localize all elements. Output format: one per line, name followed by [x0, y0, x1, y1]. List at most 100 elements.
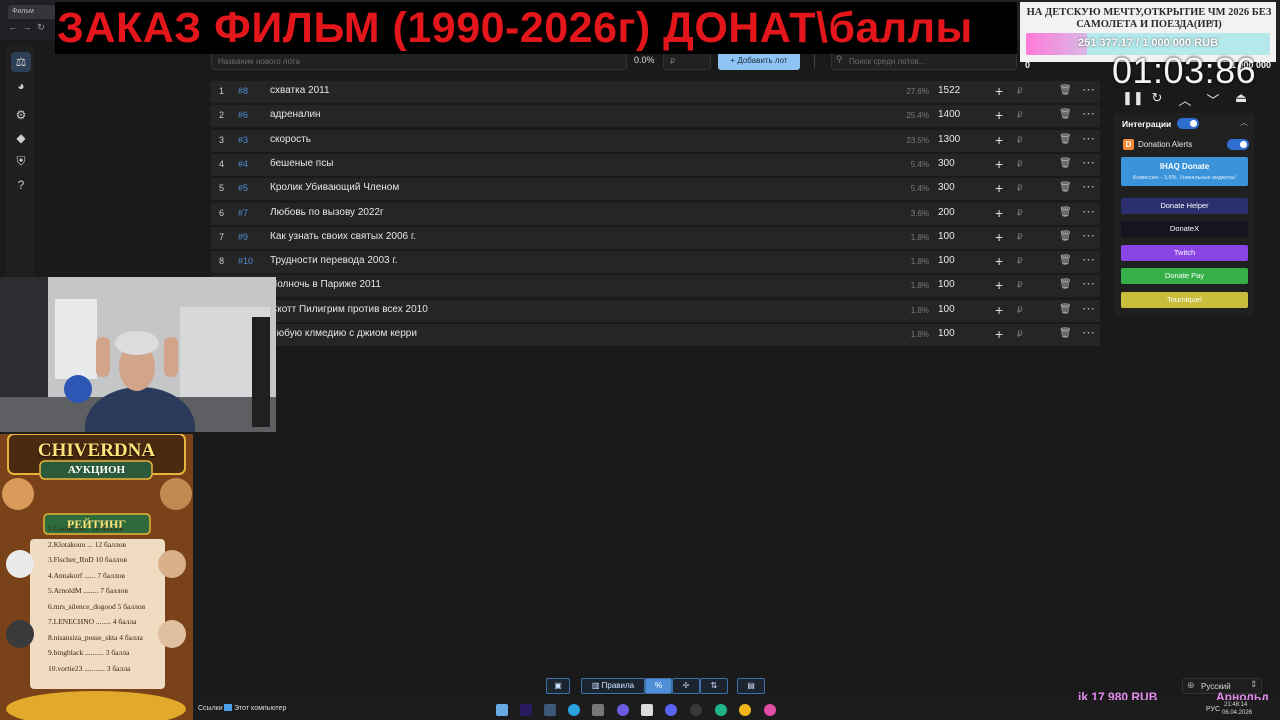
move-icon[interactable]: ✢: [672, 678, 700, 694]
browser-icon[interactable]: [764, 704, 776, 716]
shield-icon[interactable]: ⛨: [13, 153, 29, 169]
more-icon[interactable]: ⋯: [1082, 301, 1095, 317]
forward-icon[interactable]: →: [22, 22, 32, 32]
more-icon[interactable]: ⋯: [1082, 106, 1095, 122]
lot-rank: 4: [219, 158, 225, 169]
more-icon[interactable]: ⋯: [1082, 204, 1095, 220]
taskbar-app-icon[interactable]: [496, 704, 508, 716]
stream-banner: ЗАКАЗ ФИЛЬМ (1990-2026г) ДОНАТ\баллы: [55, 2, 1017, 54]
delete-icon[interactable]: 🗑: [1059, 109, 1072, 120]
more-icon[interactable]: ⋯: [1082, 179, 1095, 195]
add-amount-button[interactable]: +: [995, 132, 1003, 148]
rules-button[interactable]: ▥ Правила: [581, 678, 645, 694]
donation-alerts-icon: D: [1123, 139, 1134, 150]
donation-alerts-toggle[interactable]: [1227, 139, 1249, 150]
currency-label: ₽: [1017, 304, 1023, 315]
chevron-down-icon[interactable]: ﹀: [1206, 90, 1220, 108]
add-amount-button[interactable]: +: [995, 180, 1003, 196]
obs-icon[interactable]: [690, 704, 702, 716]
delete-icon[interactable]: 🗑: [1059, 182, 1072, 193]
delete-icon[interactable]: 🗑: [1059, 255, 1072, 266]
steam-icon[interactable]: [544, 704, 556, 716]
lot-amount-input[interactable]: ₽: [663, 52, 711, 70]
integration-tournique-button[interactable]: Tournique!: [1121, 292, 1248, 308]
more-icon[interactable]: ⋯: [1082, 131, 1095, 147]
integrations-toggle[interactable]: [1177, 118, 1199, 129]
lot-percent: 1.8%: [910, 232, 929, 242]
lot-amount: 1400: [938, 109, 961, 121]
help-icon[interactable]: ?: [13, 177, 29, 193]
gear-icon[interactable]: ⚙: [13, 107, 29, 123]
lot-row: 7 #9 Как узнать своих святых 2006 г. 1.8% 10…: [211, 226, 1100, 249]
chrome-icon[interactable]: [739, 704, 751, 716]
more-icon[interactable]: ⋯: [1082, 276, 1095, 292]
clock-time[interactable]: 21:48:14: [1224, 702, 1247, 708]
leaderboard-entry: 3.Fischer_RnD 10 баллов: [48, 555, 127, 564]
integration-donate-helper-button[interactable]: Donate Helper: [1121, 198, 1248, 214]
clear-icon[interactable]: ▤: [737, 678, 765, 694]
auction-icon[interactable]: ⚖: [13, 54, 29, 70]
currency-label: ₽: [1017, 110, 1023, 121]
eject-icon[interactable]: ⏏: [1234, 90, 1248, 106]
delete-icon[interactable]: 🗑: [1059, 158, 1072, 169]
premiere-icon[interactable]: [520, 704, 532, 716]
add-amount-button[interactable]: +: [995, 326, 1003, 342]
wheel-icon[interactable]: ◕: [13, 78, 29, 94]
integration-donatex-button[interactable]: DonateX: [1121, 221, 1248, 237]
links-label[interactable]: Ссылки: [198, 705, 223, 712]
lot-search-input[interactable]: Поиск среди лотов...: [831, 52, 1017, 70]
delete-icon[interactable]: 🗑: [1059, 134, 1072, 145]
delete-icon[interactable]: 🗑: [1059, 207, 1072, 218]
delete-icon[interactable]: 🗑: [1059, 85, 1072, 96]
integration-donate-pay-button[interactable]: Donate Pay: [1121, 268, 1248, 284]
reload-icon[interactable]: ↻: [36, 22, 46, 32]
lot-percent: 1.8%: [910, 257, 929, 267]
pause-icon[interactable]: ❚❚: [1122, 90, 1144, 106]
add-amount-button[interactable]: +: [995, 229, 1003, 245]
more-icon[interactable]: ⋯: [1082, 228, 1095, 244]
collapse-icon[interactable]: ︿: [1240, 117, 1248, 128]
more-icon[interactable]: ⋯: [1082, 325, 1095, 341]
browser-tab[interactable]: Фильм: [8, 5, 56, 19]
back-icon[interactable]: ←: [8, 22, 18, 32]
settings-icon[interactable]: [592, 704, 604, 716]
save-icon[interactable]: ▣: [546, 678, 570, 694]
new-lot-name-input[interactable]: Название нового лота: [211, 52, 627, 70]
add-amount-button[interactable]: +: [995, 83, 1003, 99]
lot-amount: 300: [938, 182, 955, 194]
percent-toggle[interactable]: %: [645, 678, 672, 694]
lot-percent: 5.4%: [910, 159, 929, 169]
add-amount-button[interactable]: +: [995, 205, 1003, 221]
delete-icon[interactable]: 🗑: [1059, 304, 1072, 315]
more-icon[interactable]: ⋯: [1082, 252, 1095, 268]
percent-value: 0.0%: [634, 55, 655, 65]
reset-icon[interactable]: ↻: [1150, 90, 1164, 106]
computer-label[interactable]: Этот компьютер: [234, 705, 286, 712]
discord-icon[interactable]: [665, 704, 677, 716]
add-amount-button[interactable]: +: [995, 107, 1003, 123]
delete-icon[interactable]: 🗑: [1059, 231, 1072, 242]
lot-row: 1 #8 схватка 2011 27.6% 1522 + ₽ 🗑 ⋯: [211, 81, 1100, 103]
add-amount-button[interactable]: +: [995, 253, 1003, 269]
delete-icon[interactable]: 🗑: [1059, 328, 1072, 339]
input-language[interactable]: РУС: [1206, 706, 1220, 713]
chevron-up-icon[interactable]: ︿: [1178, 90, 1192, 108]
edge-icon[interactable]: [715, 704, 727, 716]
layers-icon[interactable]: ◆: [13, 130, 29, 146]
lot-row: 6 #7 Любовь по вызову 2022г 3.6% 200 + ₽ 🗑 ⋯: [211, 202, 1100, 225]
add-lot-button[interactable]: + Добавить лот: [718, 52, 800, 70]
leaderboard-entry: 2.Klotakouu ... 12 баллов: [48, 539, 127, 549]
more-icon[interactable]: ⋯: [1082, 155, 1095, 171]
sort-icon[interactable]: ⇅: [700, 678, 728, 694]
integration-twitch-button[interactable]: Twitch: [1121, 245, 1248, 261]
more-icon[interactable]: ⋯: [1082, 82, 1095, 98]
add-amount-button[interactable]: +: [995, 277, 1003, 293]
clock-date[interactable]: 06.04.2026: [1222, 710, 1252, 716]
delete-icon[interactable]: 🗑: [1059, 279, 1072, 290]
webcam-feed: [0, 277, 276, 432]
app-icon[interactable]: [641, 704, 653, 716]
add-amount-button[interactable]: +: [995, 302, 1003, 318]
telegram-icon[interactable]: [568, 704, 580, 716]
vpn-icon[interactable]: [617, 704, 629, 716]
add-amount-button[interactable]: +: [995, 156, 1003, 172]
